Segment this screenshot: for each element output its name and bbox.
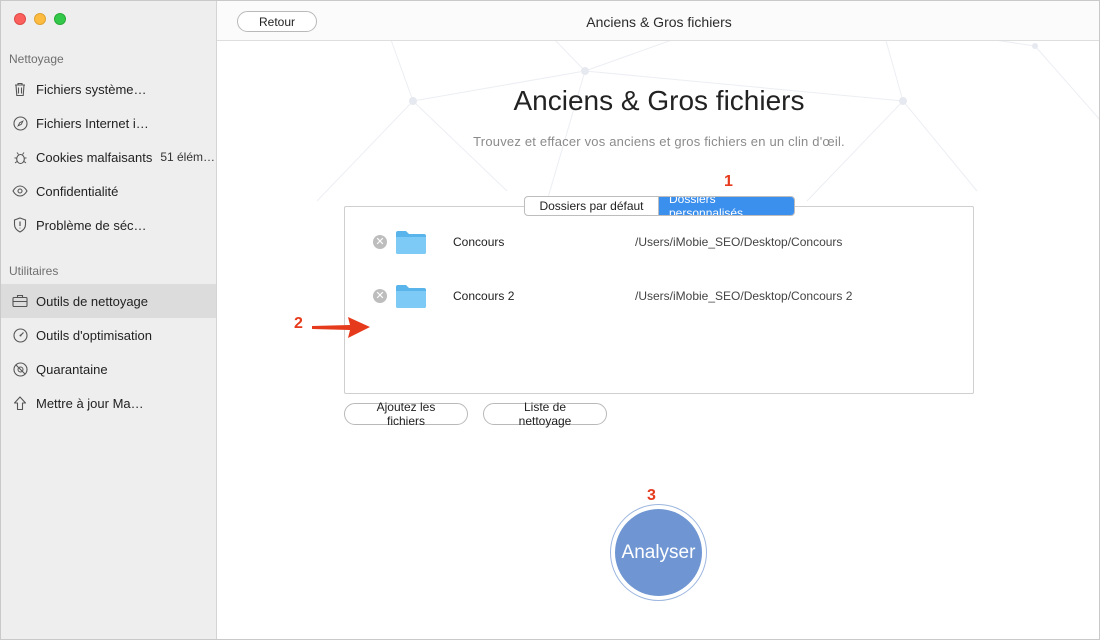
window-controls bbox=[14, 13, 66, 25]
sidebar-item-privacy[interactable]: Confidentialité bbox=[1, 174, 216, 208]
folder-name: Concours 2 bbox=[453, 289, 515, 303]
bug-icon bbox=[11, 148, 29, 166]
page-title: Anciens & Gros fichiers bbox=[513, 85, 805, 116]
sidebar-item-label: Cookies malfaisants bbox=[36, 149, 153, 165]
sidebar-item-cookies[interactable]: Cookies malfaisants 51 élém… bbox=[1, 140, 216, 174]
section-heading-utilitaires: Utilitaires bbox=[9, 264, 59, 278]
sidebar-item-label: Outils d'optimisation bbox=[36, 327, 152, 343]
sidebar: Nettoyage Fichiers système… Fichiers Int… bbox=[1, 1, 217, 639]
sidebar-item-security[interactable]: Problème de séc… bbox=[1, 208, 216, 242]
annotation-step-2: 2 bbox=[294, 315, 303, 332]
toolbar: Retour Anciens & Gros fichiers bbox=[217, 1, 1099, 41]
sidebar-item-label: Problème de séc… bbox=[36, 217, 147, 233]
quarantine-icon bbox=[11, 360, 29, 378]
arrow-up-icon bbox=[11, 394, 29, 412]
minimize-window-button[interactable] bbox=[34, 13, 46, 25]
sidebar-item-internet-files[interactable]: Fichiers Internet i… bbox=[1, 106, 216, 140]
sidebar-item-label: Quarantaine bbox=[36, 361, 108, 377]
annotation-step-1: 1 bbox=[724, 173, 733, 190]
eye-icon bbox=[11, 182, 29, 200]
folder-icon bbox=[396, 285, 426, 308]
add-files-button[interactable]: Ajoutez les fichiers bbox=[344, 400, 468, 428]
folder-path: /Users/iMobie_SEO/Desktop/Concours 2 bbox=[635, 289, 853, 303]
trash-icon bbox=[11, 80, 29, 98]
sidebar-item-quarantine[interactable]: Quarantaine bbox=[1, 352, 216, 386]
remove-folder-button[interactable]: ✕ bbox=[373, 289, 387, 303]
tab-custom-folders[interactable]: Dossiers personnalisés bbox=[659, 197, 794, 215]
folder-path: /Users/iMobie_SEO/Desktop/Concours bbox=[635, 235, 843, 249]
zoom-window-button[interactable] bbox=[54, 13, 66, 25]
tab-default-folders[interactable]: Dossiers par défaut bbox=[525, 197, 659, 215]
close-window-button[interactable] bbox=[14, 13, 26, 25]
sidebar-item-label: Fichiers Internet i… bbox=[36, 115, 149, 131]
main-content: Retour Anciens & Gros fichiers Anciens &… bbox=[217, 1, 1099, 639]
sidebar-item-label: Confidentialité bbox=[36, 183, 119, 199]
page-subtitle: Trouvez et effacer vos anciens et gros f… bbox=[473, 134, 845, 149]
analyze-button[interactable]: Analyser bbox=[615, 509, 702, 596]
sidebar-item-update-mac[interactable]: Mettre à jour Ma… bbox=[1, 386, 216, 420]
folder-row: ✕ Concours /Users/iMobie_SEO/Desktop/Con… bbox=[373, 227, 953, 257]
toolbox-icon bbox=[11, 292, 29, 310]
sidebar-item-cleaning-tools[interactable]: Outils de nettoyage bbox=[1, 284, 216, 318]
sidebar-item-count: 51 élém… bbox=[160, 150, 216, 164]
section-heading-nettoyage: Nettoyage bbox=[9, 52, 64, 66]
annotation-arrow-icon bbox=[312, 317, 370, 338]
sidebar-item-label: Mettre à jour Ma… bbox=[36, 395, 144, 411]
folder-list-panel: ✕ Concours /Users/iMobie_SEO/Desktop/Con… bbox=[344, 206, 974, 394]
analyze-button-ring: Analyser bbox=[610, 504, 707, 601]
folder-icon bbox=[396, 231, 426, 254]
annotation-step-3: 3 bbox=[647, 487, 656, 504]
window-title: Anciens & Gros fichiers bbox=[586, 14, 732, 30]
cleaning-list-button[interactable]: Liste de nettoyage bbox=[483, 400, 607, 428]
sidebar-item-system-files[interactable]: Fichiers système… bbox=[1, 72, 216, 106]
folder-name: Concours bbox=[453, 235, 505, 249]
compass-icon bbox=[11, 114, 29, 132]
folder-row: ✕ Concours 2 /Users/iMobie_SEO/Desktop/C… bbox=[373, 281, 953, 311]
sidebar-item-optimization-tools[interactable]: Outils d'optimisation bbox=[1, 318, 216, 352]
sidebar-item-label: Outils de nettoyage bbox=[36, 293, 149, 309]
remove-folder-button[interactable]: ✕ bbox=[373, 235, 387, 249]
folder-mode-segmented-control: Dossiers par défaut Dossiers personnalis… bbox=[524, 196, 795, 216]
app-window: Nettoyage Fichiers système… Fichiers Int… bbox=[0, 0, 1100, 640]
shield-icon bbox=[11, 216, 29, 234]
gauge-icon bbox=[11, 326, 29, 344]
sidebar-item-label: Fichiers système… bbox=[36, 81, 147, 97]
